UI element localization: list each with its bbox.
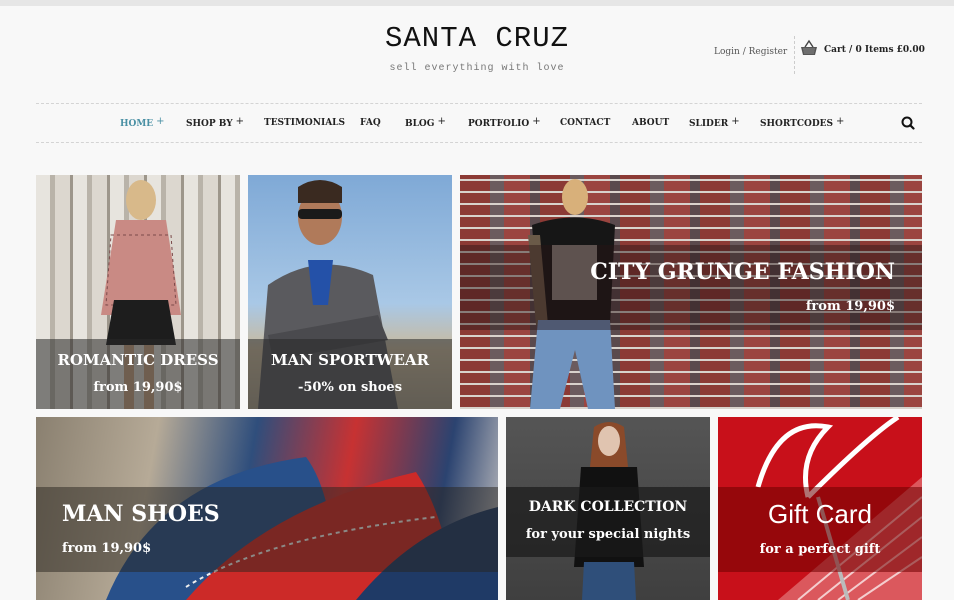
banner-title: MAN SHOES: [62, 501, 220, 527]
banner-caption-band: [36, 487, 498, 572]
banner-man-shoes[interactable]: MAN SHOES from 19,90$: [36, 417, 498, 600]
banner-romantic-dress[interactable]: ROMANTIC DRESS from 19,90$: [36, 175, 240, 409]
top-bar: [0, 0, 954, 6]
nav-item-contact[interactable]: CONTACT: [560, 118, 610, 128]
main-nav: HOME + SHOP BY + TESTIMONIALS FAQ BLOG + PO…: [36, 103, 922, 143]
basket-icon: [800, 39, 818, 60]
cart-summary: Cart / 0 Items £0.00: [824, 44, 925, 55]
banner-title: Gift Card: [767, 499, 873, 529]
search-button[interactable]: [900, 115, 916, 131]
banner-subtitle: for your special nights: [525, 527, 691, 542]
banner-title: MAN SPORTWEAR: [270, 351, 430, 369]
banner-subtitle: -50% on shoes: [297, 380, 403, 395]
nav-item-blog[interactable]: BLOG +: [405, 116, 446, 129]
nav-item-home[interactable]: HOME +: [120, 116, 165, 129]
login-register-link[interactable]: Login / Register: [714, 47, 787, 57]
nav-item-about[interactable]: ABOUT: [632, 118, 669, 128]
banner-subtitle: from 19,90$: [62, 541, 152, 556]
banner-city-grunge-fashion[interactable]: CITY GRUNGE FASHION from 19,90$: [460, 175, 922, 409]
logo-tagline: sell everything with love: [389, 63, 565, 74]
nav-label: BLOG: [405, 119, 435, 129]
plus-icon: +: [532, 116, 541, 127]
plus-icon: +: [731, 116, 740, 127]
header-divider: [794, 36, 795, 74]
banner-caption-band: [248, 339, 452, 409]
nav-item-slider[interactable]: SLIDER +: [689, 116, 740, 129]
banner-caption-band: [460, 245, 922, 330]
nav-item-portfolio[interactable]: PORTFOLIO +: [468, 116, 541, 129]
nav-item-faq[interactable]: FAQ: [360, 118, 381, 128]
plus-icon: +: [437, 116, 446, 127]
plus-icon: +: [156, 116, 165, 127]
banner-gift-card[interactable]: Gift Card for a perfect gift: [718, 417, 922, 600]
nav-label: FAQ: [360, 118, 381, 128]
nav-item-shop-by[interactable]: SHOP BY +: [186, 116, 245, 129]
search-icon: [901, 116, 915, 130]
banner-subtitle: from 19,90$: [93, 380, 183, 395]
nav-item-shortcodes[interactable]: SHORTCODES +: [760, 116, 845, 129]
banner-title: ROMANTIC DRESS: [57, 351, 219, 369]
banner-man-sportwear[interactable]: MAN SPORTWEAR -50% on shoes: [248, 175, 452, 409]
cart-link[interactable]: Cart / 0 Items £0.00: [800, 39, 925, 60]
banner-caption-band: [36, 339, 240, 409]
banner-subtitle: from 19,90$: [805, 299, 895, 314]
nav-label: SHOP BY: [186, 119, 233, 129]
plus-icon: +: [836, 116, 845, 127]
nav-item-testimonials[interactable]: TESTIMONIALS: [264, 118, 345, 128]
banner-subtitle: for a perfect gift: [759, 542, 881, 557]
banner-title: CITY GRUNGE FASHION: [590, 259, 895, 285]
nav-label: CONTACT: [560, 118, 611, 128]
nav-label: TESTIMONIALS: [264, 118, 346, 128]
nav-label: HOME: [120, 119, 154, 129]
banner-caption-band: [506, 487, 710, 557]
nav-label: ABOUT: [632, 118, 670, 128]
nav-label: SLIDER: [689, 119, 729, 129]
plus-icon: +: [235, 116, 245, 127]
nav-label: SHORTCODES: [760, 119, 834, 129]
banner-dark-collection[interactable]: DARK COLLECTION for your special nights: [506, 417, 710, 600]
banner-title: DARK COLLECTION: [528, 499, 688, 515]
nav-label: PORTFOLIO: [468, 119, 530, 129]
